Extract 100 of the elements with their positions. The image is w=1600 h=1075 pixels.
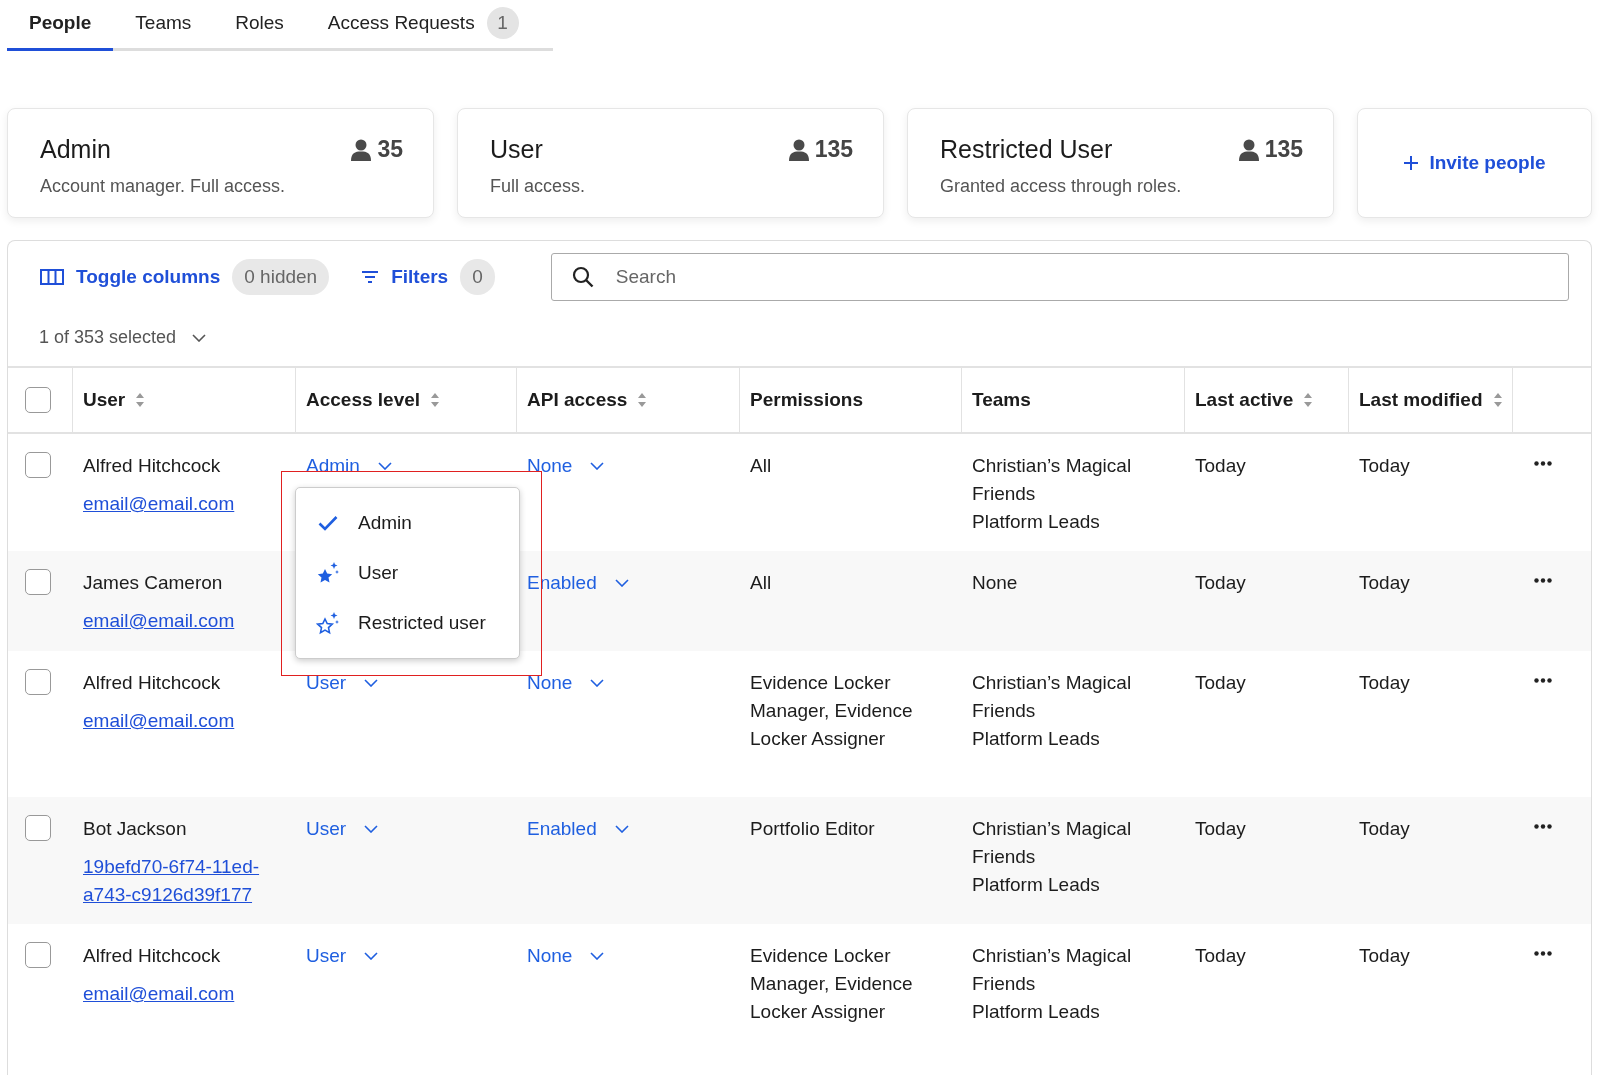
- chevron-down-icon: [192, 333, 207, 342]
- row-checkbox[interactable]: [25, 815, 51, 841]
- hidden-count-badge: 0 hidden: [232, 259, 330, 295]
- more-icon[interactable]: [1534, 461, 1552, 466]
- last-modified-text: Today: [1359, 455, 1410, 476]
- sort-icon[interactable]: [637, 392, 648, 408]
- person-icon: [1238, 138, 1259, 161]
- row-checkbox[interactable]: [25, 669, 51, 695]
- select-all-checkbox[interactable]: [25, 387, 51, 413]
- team-name: Platform Leads: [972, 510, 1101, 534]
- role-description: Account manager. Full access.: [40, 176, 287, 197]
- last-active-text: Today: [1195, 945, 1246, 966]
- last-modified-text: Today: [1359, 572, 1410, 593]
- column-header[interactable]: Access level: [306, 389, 421, 411]
- role-title: Admin: [40, 135, 111, 164]
- column-header[interactable]: User: [83, 389, 126, 411]
- column-header[interactable]: Last active: [1195, 389, 1294, 411]
- plus-icon: [1403, 155, 1420, 171]
- team-name: Christian’s Magical Friends: [972, 817, 1133, 869]
- team-name: Christian’s Magical Friends: [972, 454, 1133, 506]
- last-modified-text: Today: [1359, 672, 1410, 693]
- invite-people-button[interactable]: Invite people: [1357, 108, 1592, 218]
- search-icon: [571, 266, 594, 288]
- team-name: Christian’s Magical Friends: [972, 944, 1133, 996]
- more-icon[interactable]: [1534, 951, 1552, 956]
- permissions-text: All: [750, 571, 773, 595]
- check-icon: [318, 515, 338, 531]
- api-access-dropdown[interactable]: None: [527, 942, 605, 970]
- access-level-dropdown[interactable]: User: [306, 815, 379, 843]
- chevron-down-icon: [377, 462, 392, 470]
- column-header[interactable]: Teams: [972, 389, 1031, 411]
- team-name: None: [972, 571, 1019, 595]
- user-name: Alfred Hitchcock: [83, 944, 221, 968]
- tab[interactable]: Access Requests 1: [305, 0, 541, 51]
- chevron-down-icon: [590, 462, 605, 470]
- sort-icon[interactable]: [135, 392, 146, 408]
- user-name: Alfred Hitchcock: [83, 671, 221, 695]
- filters-button[interactable]: Filters: [361, 266, 449, 288]
- search-field[interactable]: Search: [550, 253, 1569, 301]
- chevron-down-icon: [614, 579, 629, 587]
- member-count: 135: [1264, 136, 1303, 163]
- count-badge: 1: [486, 7, 519, 39]
- user-email-link[interactable]: 19befd70-6f74-11ed-a743-c9126d39f177: [83, 853, 268, 909]
- sort-icon[interactable]: [1303, 392, 1314, 408]
- filter-count-badge: 0: [460, 259, 495, 295]
- member-count: 35: [377, 136, 403, 163]
- api-access-dropdown[interactable]: Enabled: [527, 815, 629, 843]
- chevron-down-icon: [614, 825, 629, 833]
- role-title: User: [490, 135, 543, 164]
- api-access-dropdown[interactable]: None: [527, 669, 605, 697]
- tab[interactable]: Roles: [213, 0, 306, 51]
- user-name: Alfred Hitchcock: [83, 454, 221, 478]
- selection-dropdown[interactable]: 1 of 353 selected: [39, 327, 207, 348]
- chevron-down-icon: [364, 825, 379, 833]
- permissions-text: Evidence Locker Manager, Evidence Locker Assigner: [750, 671, 914, 751]
- last-active-text: Today: [1195, 818, 1246, 839]
- column-header[interactable]: Last modified: [1359, 389, 1483, 411]
- tab[interactable]: People: [7, 0, 114, 51]
- person-icon: [788, 138, 809, 161]
- column-header[interactable]: Permissions: [750, 389, 863, 411]
- menu-item[interactable]: User: [296, 548, 519, 598]
- access-level-dropdown[interactable]: User: [306, 669, 379, 697]
- user-email-link[interactable]: email@email.com: [83, 980, 268, 1008]
- chevron-down-icon: [590, 679, 605, 687]
- user-name: Bot Jackson: [83, 817, 187, 841]
- row-checkbox[interactable]: [25, 942, 51, 968]
- last-active-text: Today: [1195, 455, 1246, 476]
- user-email-link[interactable]: email@email.com: [83, 490, 268, 518]
- user-email-link[interactable]: email@email.com: [83, 607, 268, 635]
- api-access-dropdown[interactable]: None: [527, 452, 605, 480]
- chevron-down-icon: [364, 679, 379, 687]
- role-description: Granted access through roles.: [940, 176, 1183, 197]
- last-active-text: Today: [1195, 572, 1246, 593]
- permissions-text: Portfolio Editor: [750, 817, 876, 841]
- more-icon[interactable]: [1534, 824, 1552, 829]
- row-checkbox[interactable]: [25, 569, 51, 595]
- columns-icon: [40, 269, 64, 285]
- team-name: Christian’s Magical Friends: [972, 671, 1133, 723]
- access-level-dropdown[interactable]: User: [306, 942, 379, 970]
- user-email-link[interactable]: email@email.com: [83, 707, 268, 735]
- role-title: Restricted User: [940, 135, 1113, 164]
- permissions-text: Evidence Locker Manager, Evidence Locker Assigner: [750, 944, 914, 1024]
- tab[interactable]: Teams: [113, 0, 214, 51]
- menu-item[interactable]: Admin: [296, 498, 519, 548]
- sort-icon[interactable]: [430, 392, 441, 408]
- last-modified-text: Today: [1359, 818, 1410, 839]
- member-count: 135: [814, 136, 853, 163]
- more-icon[interactable]: [1534, 678, 1552, 683]
- chevron-down-icon: [590, 952, 605, 960]
- role-description: Full access.: [490, 176, 587, 197]
- last-active-text: Today: [1195, 672, 1246, 693]
- permissions-text: All: [750, 454, 773, 478]
- team-name: Platform Leads: [972, 1000, 1101, 1024]
- sort-icon[interactable]: [1492, 392, 1503, 408]
- more-icon[interactable]: [1534, 578, 1552, 583]
- column-header[interactable]: API access: [527, 389, 628, 411]
- last-modified-text: Today: [1359, 945, 1410, 966]
- menu-item[interactable]: Restricted user: [296, 598, 519, 648]
- row-checkbox[interactable]: [25, 452, 51, 478]
- toggle-columns-button[interactable]: Toggle columns: [40, 266, 221, 288]
